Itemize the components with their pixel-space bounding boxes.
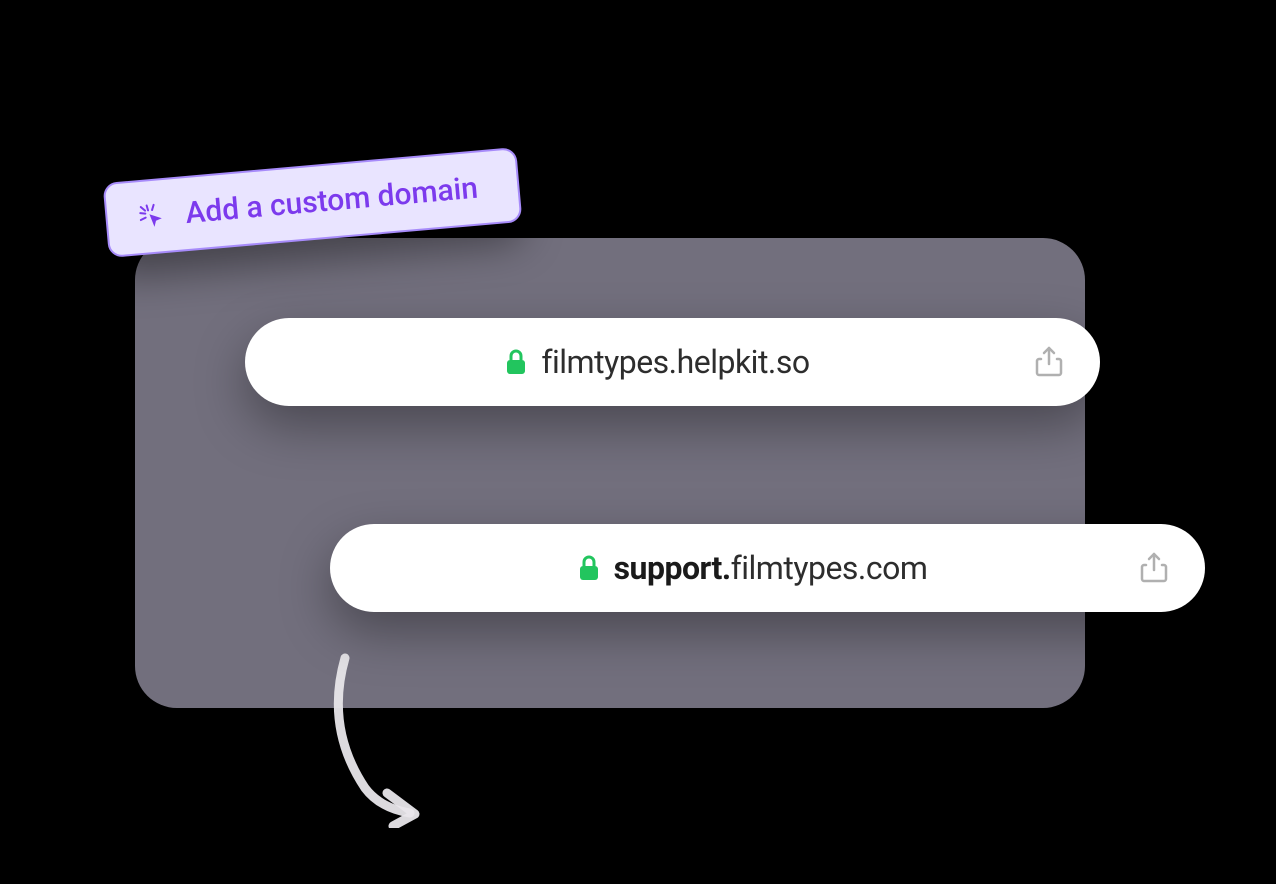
lock-icon [578, 555, 600, 581]
url-content: support.filmtypes.com [366, 549, 1139, 587]
url-content: filmtypes.helpkit.so [281, 343, 1034, 381]
url-text-original: filmtypes.helpkit.so [541, 343, 809, 381]
share-icon[interactable] [1139, 552, 1169, 584]
share-icon[interactable] [1034, 346, 1064, 378]
arrow-icon [315, 648, 445, 828]
address-bar-custom: support.filmtypes.com [330, 524, 1205, 612]
lock-icon [505, 349, 527, 375]
url-text-custom: support.filmtypes.com [614, 549, 928, 587]
badge-label: Add a custom domain [184, 171, 479, 231]
cursor-click-icon [136, 200, 169, 233]
address-bar-original: filmtypes.helpkit.so [245, 318, 1100, 406]
custom-domain-card [135, 238, 1085, 708]
